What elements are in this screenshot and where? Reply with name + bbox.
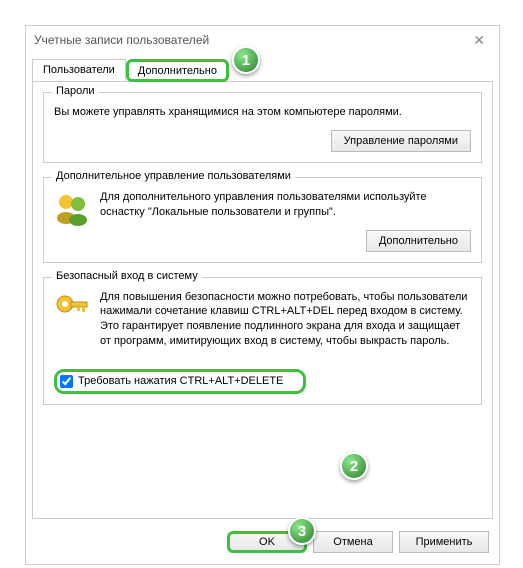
advusers-desc: Для дополнительного управления пользоват… (100, 190, 471, 220)
manage-passwords-button[interactable]: Управление паролями (331, 130, 471, 152)
secure-desc: Для повышения безопасности можно потребо… (100, 290, 471, 349)
require-cad-label: Требовать нажатия CTRL+ALT+DELETE (78, 375, 283, 387)
titlebar: Учетные записи пользователей ✕ (26, 26, 499, 54)
callout-1: 1 (232, 46, 260, 74)
tab-users[interactable]: Пользователи (32, 59, 126, 82)
cancel-button[interactable]: Отмена (313, 531, 393, 553)
passwords-desc: Вы можете управлять хранящимися на этом … (54, 105, 471, 120)
group-secure-logon: Безопасный вход в систему Для повышения … (43, 277, 482, 405)
window-title: Учетные записи пользователей (34, 33, 467, 47)
group-passwords-legend: Пароли (52, 85, 99, 97)
group-passwords: Пароли Вы можете управлять хранящимися н… (43, 92, 482, 163)
advanced-button[interactable]: Дополнительно (366, 230, 471, 252)
dialog-footer: OK Отмена Применить (26, 525, 499, 561)
close-icon[interactable]: ✕ (467, 32, 491, 49)
key-icon (54, 290, 90, 326)
tab-advanced[interactable]: Дополнительно (126, 59, 229, 82)
tabstrip: Пользователи Дополнительно (26, 58, 499, 81)
callout-2: 2 (340, 452, 368, 480)
users-icon (54, 190, 90, 226)
user-accounts-dialog: Учетные записи пользователей ✕ Пользоват… (25, 25, 500, 565)
group-advusers-legend: Дополнительное управление пользователями (52, 170, 295, 182)
group-advanced-users: Дополнительное управление пользователями… (43, 177, 482, 263)
require-cad-checkbox[interactable]: Требовать нажатия CTRL+ALT+DELETE (54, 369, 306, 394)
tab-content: Пароли Вы можете управлять хранящимися н… (32, 81, 493, 519)
require-cad-input[interactable] (60, 375, 73, 388)
apply-button[interactable]: Применить (399, 531, 489, 553)
callout-3: 3 (288, 517, 316, 545)
group-secure-legend: Безопасный вход в систему (52, 270, 202, 282)
